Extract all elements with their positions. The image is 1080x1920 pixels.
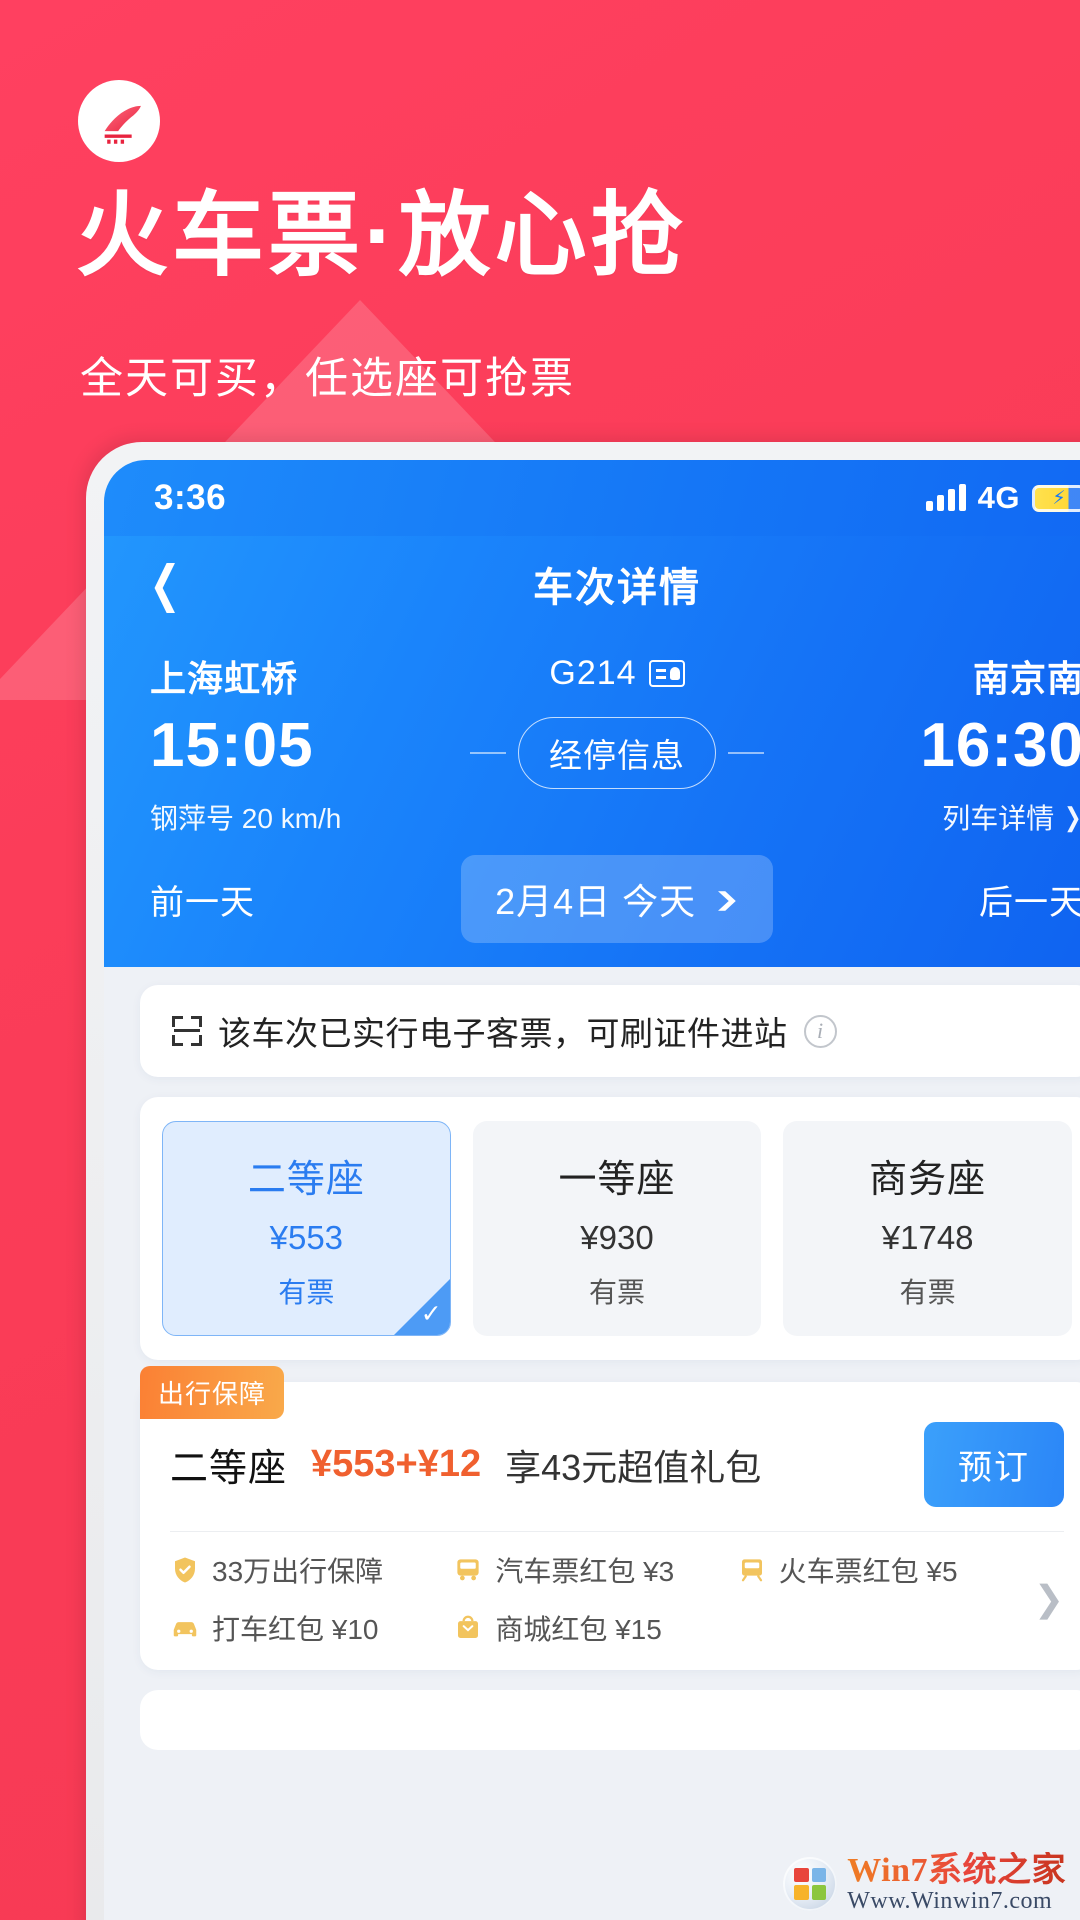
status-bar: 3:36 4G ⚡ xyxy=(104,460,1080,536)
seat-card-first-class[interactable]: 一等座 ¥930 有票 xyxy=(472,1121,762,1336)
route-summary: 上海虹桥 15:05 钢萍号 20 km/h G214 经停信息 南京南 16:… xyxy=(104,632,1080,837)
status-indicators: 4G ⚡ xyxy=(925,480,1080,516)
perk-item-train: 火车票红包 ¥5 xyxy=(737,1550,1020,1590)
arrival-block: 南京南 16:30 列车详情 ❯ xyxy=(777,650,1080,837)
perk-label: 汽车票红包 ¥3 xyxy=(495,1556,675,1587)
divider-left xyxy=(470,752,506,754)
promo-poster: 火车票·放心抢 全天可买，任选座可抢票 3:36 4G ⚡ ❮ 车次详情 上海虹… xyxy=(0,0,1080,1920)
perk-label: 火车票红包 ¥5 xyxy=(778,1556,958,1587)
nav-title: 车次详情 xyxy=(533,566,701,610)
perk-label: 打车红包 ¥10 xyxy=(212,1614,379,1645)
seat-card-business-class[interactable]: 商务座 ¥1748 有票 xyxy=(783,1121,1072,1336)
content-area: 该车次已实行电子客票，可刷证件进站 i 二等座 ¥553 有票 ✓ 一等座 ¥9… xyxy=(104,985,1080,1750)
stops-row: 经停信息 xyxy=(457,717,777,789)
page-subtitle: 全天可买，任选座可抢票 xyxy=(80,355,575,403)
back-chevron-icon[interactable]: ❮ xyxy=(149,559,180,609)
bolt-glyph: ⚡ xyxy=(1052,487,1066,509)
arrival-station: 南京南 xyxy=(972,658,1080,699)
windows-logo-icon xyxy=(783,1856,838,1911)
seat-name: 一等座 xyxy=(558,1159,676,1201)
chevron-down-icon: ❯ xyxy=(713,887,742,910)
perk-list[interactable]: 33万出行保障 汽车票红包 ¥3 火车票红包 ¥5 打车红包 ¥10 商城红包 … xyxy=(170,1550,1064,1648)
train-number-row: G214 xyxy=(457,654,777,693)
train-model-speed: 钢萍号 20 km/h xyxy=(150,803,342,834)
battery-charging-icon: ⚡ xyxy=(1032,484,1080,512)
departure-block: 上海虹桥 15:05 钢萍号 20 km/h xyxy=(150,650,457,837)
offer-description: 享43元超值礼包 xyxy=(505,1446,762,1488)
status-clock: 3:36 xyxy=(154,478,227,517)
next-day-button[interactable]: 后一天 xyxy=(773,875,1080,924)
id-card-icon xyxy=(648,660,685,687)
divider-right xyxy=(728,752,764,754)
bag-icon xyxy=(458,1615,479,1638)
arrival-time: 16:30 xyxy=(920,711,1080,780)
travel-guarantee-badge: 出行保障 xyxy=(140,1366,285,1419)
shield-check-icon xyxy=(175,1557,195,1583)
date-selector: 前一天 2月4日 今天 ❯ 后一天 xyxy=(104,837,1080,957)
train-icon xyxy=(741,1559,762,1582)
chevron-right-icon: ❯ xyxy=(1064,802,1080,833)
seat-price: ¥1748 xyxy=(881,1219,974,1256)
watermark-url: Www.Winwin7.com xyxy=(847,1887,1053,1914)
phone-screen: 3:36 4G ⚡ ❮ 车次详情 上海虹桥 15:05 钢萍号 20 km/h … xyxy=(104,460,1080,1920)
offer-price: ¥553+¥12 xyxy=(311,1443,482,1485)
departure-station: 上海虹桥 xyxy=(150,658,299,699)
perk-item-taxi: 打车红包 ¥10 xyxy=(170,1608,453,1648)
seat-name: 二等座 xyxy=(247,1159,365,1201)
current-date-label: 2月4日 今天 xyxy=(495,881,697,922)
info-circle-icon[interactable]: i xyxy=(803,1014,837,1048)
train-info-block: G214 经停信息 xyxy=(457,650,777,789)
seat-name: 商务座 xyxy=(869,1159,987,1201)
train-detail-header: ❮ 车次详情 上海虹桥 15:05 钢萍号 20 km/h G214 经停信息 … xyxy=(104,536,1080,967)
high-speed-train-icon xyxy=(92,94,146,148)
prev-day-button[interactable]: 前一天 xyxy=(150,875,461,924)
train-detail-label: 列车详情 xyxy=(942,803,1055,834)
seat-card-second-class[interactable]: 二等座 ¥553 有票 ✓ xyxy=(162,1121,451,1336)
scan-code-icon xyxy=(172,1016,202,1046)
offer-card: 出行保障 二等座 ¥553+¥12 享43元超值礼包 预订 33万出行保障 汽车… xyxy=(140,1366,1080,1670)
departure-time: 15:05 xyxy=(150,711,314,780)
seat-availability: 有票 xyxy=(899,1277,956,1308)
eticket-notice-text: 该车次已实行电子客票，可刷证件进站 xyxy=(218,1015,788,1052)
train-number: G214 xyxy=(549,654,637,692)
seat-class-list: 二等座 ¥553 有票 ✓ 一等座 ¥930 有票 商务座 ¥1748 有票 xyxy=(140,1097,1080,1360)
stops-info-button[interactable]: 经停信息 xyxy=(518,717,716,789)
site-watermark: Win7系统之家 Www.Winwin7.com xyxy=(783,1853,1066,1914)
chevron-right-icon[interactable]: ❯ xyxy=(1034,1578,1064,1620)
seat-price: ¥553 xyxy=(269,1219,344,1256)
perk-item-insurance: 33万出行保障 xyxy=(170,1550,453,1590)
offer-seat-name: 二等座 xyxy=(170,1448,288,1490)
perk-item-mall: 商城红包 ¥15 xyxy=(453,1608,736,1648)
car-icon xyxy=(173,1622,197,1637)
page-title: 火车票·放心抢 xyxy=(76,185,687,287)
book-button[interactable]: 预订 xyxy=(924,1422,1064,1507)
next-offer-card[interactable] xyxy=(140,1690,1080,1750)
train-detail-link[interactable]: 列车详情 ❯ xyxy=(777,797,1080,837)
watermark-text: Win7系统之家 Www.Winwin7.com xyxy=(847,1853,1066,1914)
offer-main-row: 二等座 ¥553+¥12 享43元超值礼包 预订 xyxy=(170,1422,1064,1507)
nav-bar: ❮ 车次详情 xyxy=(104,536,1080,632)
network-label: 4G xyxy=(977,480,1020,515)
phone-mockup: 3:36 4G ⚡ ❮ 车次详情 上海虹桥 15:05 钢萍号 20 km/h … xyxy=(86,442,1080,1920)
perk-item-bus: 汽车票红包 ¥3 xyxy=(453,1550,736,1590)
offer-divider xyxy=(170,1531,1064,1532)
watermark-title: Win7系统之家 xyxy=(847,1852,1066,1890)
seat-price: ¥930 xyxy=(580,1219,654,1256)
perk-label: 商城红包 ¥15 xyxy=(495,1614,662,1645)
app-logo xyxy=(78,80,160,162)
eticket-notice[interactable]: 该车次已实行电子客票，可刷证件进站 i xyxy=(140,985,1080,1077)
bus-icon xyxy=(457,1559,479,1581)
perk-label: 33万出行保障 xyxy=(212,1556,384,1587)
check-icon: ✓ xyxy=(420,1300,442,1328)
current-date-button[interactable]: 2月4日 今天 ❯ xyxy=(461,855,773,943)
signal-bars-icon xyxy=(925,484,966,511)
seat-availability: 有票 xyxy=(588,1277,645,1308)
